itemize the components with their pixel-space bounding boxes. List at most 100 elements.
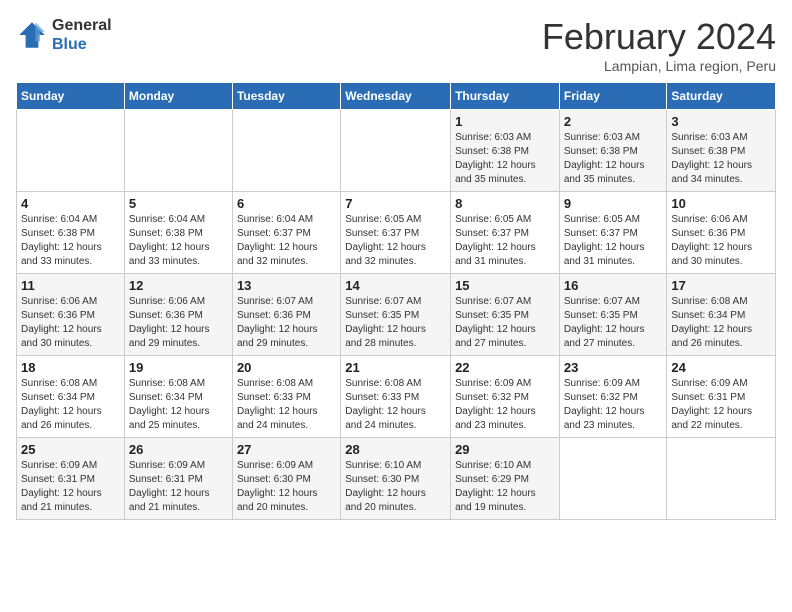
day-cell: 7 Sunrise: 6:05 AM Sunset: 6:37 PM Daylig… bbox=[341, 192, 451, 274]
day-number: 26 bbox=[129, 442, 228, 457]
calendar-subtitle: Lampian, Lima region, Peru bbox=[542, 58, 776, 74]
day-detail: Sunrise: 6:09 AM Sunset: 6:31 PM Dayligh… bbox=[129, 459, 228, 515]
week-row-1: 1 Sunrise: 6:03 AM Sunset: 6:38 PM Daylig… bbox=[17, 110, 776, 192]
day-cell: 25 Sunrise: 6:09 AM Sunset: 6:31 PM Dayli… bbox=[17, 438, 125, 520]
day-cell: 16 Sunrise: 6:07 AM Sunset: 6:35 PM Dayli… bbox=[559, 274, 667, 356]
day-cell bbox=[667, 438, 776, 520]
day-cell: 4 Sunrise: 6:04 AM Sunset: 6:38 PM Daylig… bbox=[17, 192, 125, 274]
day-cell: 23 Sunrise: 6:09 AM Sunset: 6:32 PM Dayli… bbox=[559, 356, 667, 438]
day-number: 4 bbox=[21, 196, 120, 211]
day-number: 21 bbox=[345, 360, 446, 375]
day-detail: Sunrise: 6:06 AM Sunset: 6:36 PM Dayligh… bbox=[671, 213, 771, 269]
day-number: 22 bbox=[455, 360, 555, 375]
calendar-title: February 2024 bbox=[542, 16, 776, 58]
day-number: 20 bbox=[237, 360, 336, 375]
logo: General Blue bbox=[16, 16, 112, 54]
day-number: 15 bbox=[455, 278, 555, 293]
day-detail: Sunrise: 6:09 AM Sunset: 6:32 PM Dayligh… bbox=[455, 377, 555, 433]
day-detail: Sunrise: 6:06 AM Sunset: 6:36 PM Dayligh… bbox=[21, 295, 120, 351]
logo-general: General bbox=[52, 17, 112, 34]
day-detail: Sunrise: 6:04 AM Sunset: 6:38 PM Dayligh… bbox=[21, 213, 120, 269]
day-cell: 28 Sunrise: 6:10 AM Sunset: 6:30 PM Dayli… bbox=[341, 438, 451, 520]
header: General Blue February 2024 Lampian, Lima… bbox=[16, 16, 776, 74]
week-row-2: 4 Sunrise: 6:04 AM Sunset: 6:38 PM Daylig… bbox=[17, 192, 776, 274]
day-detail: Sunrise: 6:10 AM Sunset: 6:29 PM Dayligh… bbox=[455, 459, 555, 515]
day-cell bbox=[559, 438, 667, 520]
day-cell: 1 Sunrise: 6:03 AM Sunset: 6:38 PM Daylig… bbox=[451, 110, 560, 192]
day-number: 16 bbox=[564, 278, 663, 293]
day-detail: Sunrise: 6:04 AM Sunset: 6:38 PM Dayligh… bbox=[129, 213, 228, 269]
day-number: 9 bbox=[564, 196, 663, 211]
day-number: 2 bbox=[564, 114, 663, 129]
day-number: 28 bbox=[345, 442, 446, 457]
day-detail: Sunrise: 6:09 AM Sunset: 6:32 PM Dayligh… bbox=[564, 377, 663, 433]
day-cell: 18 Sunrise: 6:08 AM Sunset: 6:34 PM Dayli… bbox=[17, 356, 125, 438]
day-number: 7 bbox=[345, 196, 446, 211]
day-cell: 6 Sunrise: 6:04 AM Sunset: 6:37 PM Daylig… bbox=[232, 192, 340, 274]
day-detail: Sunrise: 6:03 AM Sunset: 6:38 PM Dayligh… bbox=[564, 131, 663, 187]
day-detail: Sunrise: 6:08 AM Sunset: 6:33 PM Dayligh… bbox=[237, 377, 336, 433]
day-cell: 17 Sunrise: 6:08 AM Sunset: 6:34 PM Dayli… bbox=[667, 274, 776, 356]
day-number: 1 bbox=[455, 114, 555, 129]
logo-blue: Blue bbox=[52, 36, 87, 53]
day-cell: 29 Sunrise: 6:10 AM Sunset: 6:29 PM Dayli… bbox=[451, 438, 560, 520]
day-detail: Sunrise: 6:09 AM Sunset: 6:31 PM Dayligh… bbox=[21, 459, 120, 515]
logo-text: General Blue bbox=[52, 16, 112, 54]
header-thursday: Thursday bbox=[451, 83, 560, 110]
week-row-3: 11 Sunrise: 6:06 AM Sunset: 6:36 PM Dayli… bbox=[17, 274, 776, 356]
day-cell bbox=[232, 110, 340, 192]
day-cell: 19Sunrise: 6:08 AM Sunset: 6:34 PM Dayli… bbox=[124, 356, 232, 438]
day-number: 23 bbox=[564, 360, 663, 375]
day-detail: Sunrise: 6:05 AM Sunset: 6:37 PM Dayligh… bbox=[345, 213, 446, 269]
day-detail: Sunrise: 6:05 AM Sunset: 6:37 PM Dayligh… bbox=[455, 213, 555, 269]
day-detail: Sunrise: 6:07 AM Sunset: 6:35 PM Dayligh… bbox=[564, 295, 663, 351]
day-detail: Sunrise: 6:04 AM Sunset: 6:37 PM Dayligh… bbox=[237, 213, 336, 269]
day-number: 14 bbox=[345, 278, 446, 293]
day-number: 10 bbox=[671, 196, 771, 211]
day-detail: Sunrise: 6:09 AM Sunset: 6:31 PM Dayligh… bbox=[671, 377, 771, 433]
day-detail: Sunrise: 6:03 AM Sunset: 6:38 PM Dayligh… bbox=[455, 131, 555, 187]
day-cell bbox=[17, 110, 125, 192]
day-detail: Sunrise: 6:08 AM Sunset: 6:34 PM Dayligh… bbox=[129, 377, 228, 433]
day-cell: 2 Sunrise: 6:03 AM Sunset: 6:38 PM Daylig… bbox=[559, 110, 667, 192]
day-detail: Sunrise: 6:07 AM Sunset: 6:36 PM Dayligh… bbox=[237, 295, 336, 351]
title-area: February 2024 Lampian, Lima region, Peru bbox=[542, 16, 776, 74]
week-row-5: 25 Sunrise: 6:09 AM Sunset: 6:31 PM Dayli… bbox=[17, 438, 776, 520]
day-detail: Sunrise: 6:08 AM Sunset: 6:34 PM Dayligh… bbox=[21, 377, 120, 433]
day-number: 29 bbox=[455, 442, 555, 457]
day-detail: Sunrise: 6:05 AM Sunset: 6:37 PM Dayligh… bbox=[564, 213, 663, 269]
day-detail: Sunrise: 6:10 AM Sunset: 6:30 PM Dayligh… bbox=[345, 459, 446, 515]
day-detail: Sunrise: 6:06 AM Sunset: 6:36 PM Dayligh… bbox=[129, 295, 228, 351]
header-wednesday: Wednesday bbox=[341, 83, 451, 110]
day-detail: Sunrise: 6:07 AM Sunset: 6:35 PM Dayligh… bbox=[345, 295, 446, 351]
day-detail: Sunrise: 6:08 AM Sunset: 6:34 PM Dayligh… bbox=[671, 295, 771, 351]
header-saturday: Saturday bbox=[667, 83, 776, 110]
day-number: 25 bbox=[21, 442, 120, 457]
header-sunday: Sunday bbox=[17, 83, 125, 110]
day-cell: 26 Sunrise: 6:09 AM Sunset: 6:31 PM Dayli… bbox=[124, 438, 232, 520]
day-cell: 21 Sunrise: 6:08 AM Sunset: 6:33 PM Dayli… bbox=[341, 356, 451, 438]
day-number: 6 bbox=[237, 196, 336, 211]
day-number: 8 bbox=[455, 196, 555, 211]
day-cell: 14 Sunrise: 6:07 AM Sunset: 6:35 PM Dayli… bbox=[341, 274, 451, 356]
calendar-table: SundayMondayTuesdayWednesdayThursdayFrid… bbox=[16, 82, 776, 520]
day-number: 3 bbox=[671, 114, 771, 129]
day-detail: Sunrise: 6:09 AM Sunset: 6:30 PM Dayligh… bbox=[237, 459, 336, 515]
day-detail: Sunrise: 6:03 AM Sunset: 6:38 PM Dayligh… bbox=[671, 131, 771, 187]
day-number: 13 bbox=[237, 278, 336, 293]
day-detail: Sunrise: 6:08 AM Sunset: 6:33 PM Dayligh… bbox=[345, 377, 446, 433]
day-number: 11 bbox=[21, 278, 120, 293]
day-detail: Sunrise: 6:07 AM Sunset: 6:35 PM Dayligh… bbox=[455, 295, 555, 351]
day-number: 24 bbox=[671, 360, 771, 375]
day-number: 17 bbox=[671, 278, 771, 293]
week-row-4: 18 Sunrise: 6:08 AM Sunset: 6:34 PM Dayli… bbox=[17, 356, 776, 438]
day-number: 5 bbox=[129, 196, 228, 211]
day-cell: 13 Sunrise: 6:07 AM Sunset: 6:36 PM Dayli… bbox=[232, 274, 340, 356]
header-tuesday: Tuesday bbox=[232, 83, 340, 110]
day-cell: 12 Sunrise: 6:06 AM Sunset: 6:36 PM Dayli… bbox=[124, 274, 232, 356]
day-number: 12 bbox=[129, 278, 228, 293]
day-cell bbox=[124, 110, 232, 192]
header-friday: Friday bbox=[559, 83, 667, 110]
day-cell: 22 Sunrise: 6:09 AM Sunset: 6:32 PM Dayli… bbox=[451, 356, 560, 438]
day-number: 18 bbox=[21, 360, 120, 375]
